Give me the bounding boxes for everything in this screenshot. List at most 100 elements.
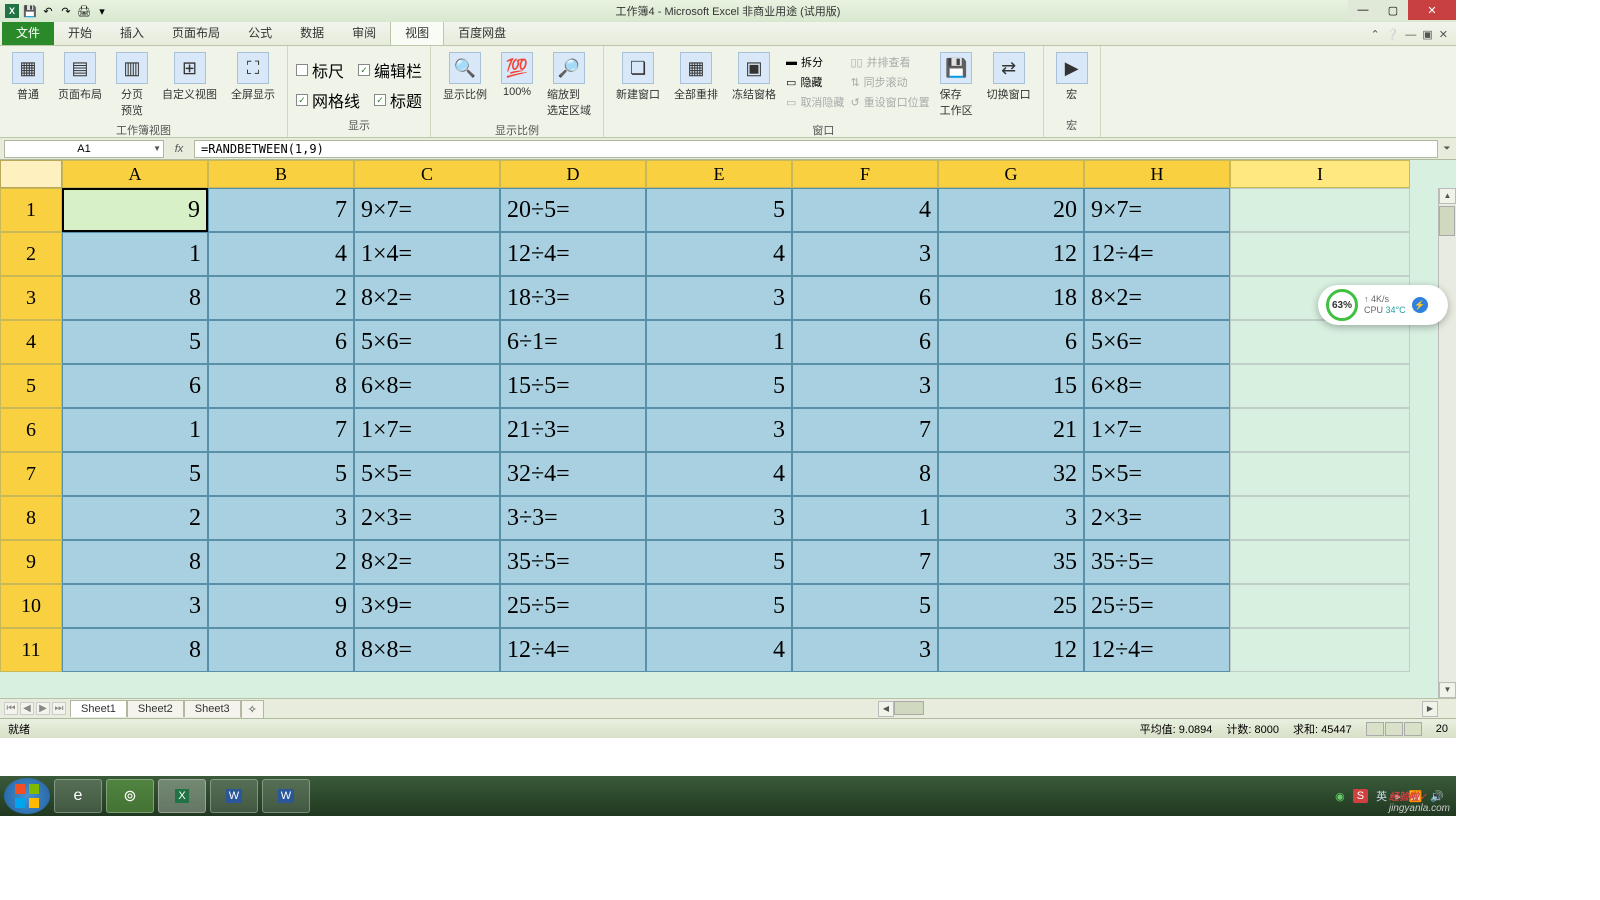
col-header-F[interactable]: F bbox=[792, 160, 938, 188]
row-header-7[interactable]: 7 bbox=[0, 452, 62, 496]
cell-G3[interactable]: 18 bbox=[938, 276, 1084, 320]
cell-H7[interactable]: 5×5= bbox=[1084, 452, 1230, 496]
cell-G7[interactable]: 32 bbox=[938, 452, 1084, 496]
custom-views-button[interactable]: ⊞自定义视图 bbox=[158, 50, 221, 104]
view-normal-icon[interactable] bbox=[1366, 722, 1384, 736]
zoom-selection-button[interactable]: 🔎缩放到 选定区域 bbox=[543, 50, 595, 120]
cell-G9[interactable]: 35 bbox=[938, 540, 1084, 584]
cell-E6[interactable]: 3 bbox=[646, 408, 792, 452]
cell-B2[interactable]: 4 bbox=[208, 232, 354, 276]
cell-A11[interactable]: 8 bbox=[62, 628, 208, 672]
split-button[interactable]: ▬ 拆分 bbox=[786, 54, 844, 70]
cell-C9[interactable]: 8×2= bbox=[354, 540, 500, 584]
cell-G11[interactable]: 12 bbox=[938, 628, 1084, 672]
cell-D6[interactable]: 21÷3= bbox=[500, 408, 646, 452]
cell-B9[interactable]: 2 bbox=[208, 540, 354, 584]
cell-C10[interactable]: 3×9= bbox=[354, 584, 500, 628]
namebox-dropdown-icon[interactable]: ▼ bbox=[153, 144, 161, 153]
ribbon-minimize-icon[interactable]: ⌃ bbox=[1370, 28, 1379, 41]
scroll-right-icon[interactable]: ▶ bbox=[1422, 701, 1438, 717]
scroll-down-icon[interactable]: ▼ bbox=[1439, 682, 1456, 698]
taskbar-excel-icon[interactable]: X bbox=[158, 779, 206, 813]
cell-F1[interactable]: 4 bbox=[792, 188, 938, 232]
cell-C11[interactable]: 8×8= bbox=[354, 628, 500, 672]
headings-checkbox[interactable] bbox=[374, 94, 386, 106]
cell-I6[interactable] bbox=[1230, 408, 1410, 452]
cell-G2[interactable]: 12 bbox=[938, 232, 1084, 276]
close-button[interactable]: ✕ bbox=[1408, 0, 1456, 20]
cell-H4[interactable]: 5×6= bbox=[1084, 320, 1230, 364]
freeze-panes-button[interactable]: ▣冻结窗格 bbox=[728, 50, 780, 104]
cell-A3[interactable]: 8 bbox=[62, 276, 208, 320]
tab-data[interactable]: 数据 bbox=[286, 20, 338, 45]
cell-G6[interactable]: 21 bbox=[938, 408, 1084, 452]
cell-C3[interactable]: 8×2= bbox=[354, 276, 500, 320]
cell-F11[interactable]: 3 bbox=[792, 628, 938, 672]
cell-E8[interactable]: 3 bbox=[646, 496, 792, 540]
name-box[interactable]: A1▼ bbox=[4, 140, 164, 158]
zoom-level[interactable]: 20 bbox=[1436, 723, 1448, 735]
taskbar-word-icon[interactable]: W bbox=[210, 779, 258, 813]
new-window-button[interactable]: ❏新建窗口 bbox=[612, 50, 664, 104]
cell-C5[interactable]: 6×8= bbox=[354, 364, 500, 408]
fullscreen-button[interactable]: ⛶全屏显示 bbox=[227, 50, 279, 104]
cell-A10[interactable]: 3 bbox=[62, 584, 208, 628]
cell-B11[interactable]: 8 bbox=[208, 628, 354, 672]
cell-C2[interactable]: 1×4= bbox=[354, 232, 500, 276]
taskbar-wifi-icon[interactable]: ⊚ bbox=[106, 779, 154, 813]
doc-minimize-icon[interactable]: — bbox=[1405, 29, 1416, 41]
fx-button[interactable]: fx bbox=[164, 143, 194, 155]
col-header-I[interactable]: I bbox=[1230, 160, 1410, 188]
minimize-button[interactable]: — bbox=[1348, 0, 1378, 20]
sheet-tab-1[interactable]: Sheet1 bbox=[70, 700, 127, 717]
cell-H3[interactable]: 8×2= bbox=[1084, 276, 1230, 320]
cell-B5[interactable]: 8 bbox=[208, 364, 354, 408]
cell-I11[interactable] bbox=[1230, 628, 1410, 672]
cell-F2[interactable]: 3 bbox=[792, 232, 938, 276]
view-page-icon[interactable] bbox=[1385, 722, 1403, 736]
cell-H11[interactable]: 12÷4= bbox=[1084, 628, 1230, 672]
cell-I7[interactable] bbox=[1230, 452, 1410, 496]
cell-E4[interactable]: 1 bbox=[646, 320, 792, 364]
col-header-C[interactable]: C bbox=[354, 160, 500, 188]
page-layout-button[interactable]: ▤页面布局 bbox=[54, 50, 106, 104]
cell-D1[interactable]: 20÷5= bbox=[500, 188, 646, 232]
file-tab[interactable]: 文件 bbox=[2, 20, 54, 45]
cell-I2[interactable] bbox=[1230, 232, 1410, 276]
tab-review[interactable]: 审阅 bbox=[338, 20, 390, 45]
tray-safe-icon[interactable]: ◉ bbox=[1335, 790, 1345, 803]
cell-E1[interactable]: 5 bbox=[646, 188, 792, 232]
cell-D2[interactable]: 12÷4= bbox=[500, 232, 646, 276]
col-header-B[interactable]: B bbox=[208, 160, 354, 188]
tab-insert[interactable]: 插入 bbox=[106, 20, 158, 45]
macros-button[interactable]: ▶宏 bbox=[1052, 50, 1092, 104]
sogou-ime-icon[interactable]: S bbox=[1353, 789, 1368, 803]
row-header-3[interactable]: 3 bbox=[0, 276, 62, 320]
cell-F4[interactable]: 6 bbox=[792, 320, 938, 364]
row-header-1[interactable]: 1 bbox=[0, 188, 62, 232]
hide-button[interactable]: ▭ 隐藏 bbox=[786, 74, 844, 90]
row-header-2[interactable]: 2 bbox=[0, 232, 62, 276]
cell-B1[interactable]: 7 bbox=[208, 188, 354, 232]
cell-I5[interactable] bbox=[1230, 364, 1410, 408]
cell-G10[interactable]: 25 bbox=[938, 584, 1084, 628]
cell-B10[interactable]: 9 bbox=[208, 584, 354, 628]
taskbar-word2-icon[interactable]: W bbox=[262, 779, 310, 813]
qat-dropdown-icon[interactable]: ▾ bbox=[94, 3, 110, 19]
cell-I4[interactable] bbox=[1230, 320, 1410, 364]
cell-F9[interactable]: 7 bbox=[792, 540, 938, 584]
sheet-nav-prev[interactable]: ◀ bbox=[20, 702, 34, 715]
page-break-button[interactable]: ▥分页 预览 bbox=[112, 50, 152, 120]
cell-B6[interactable]: 7 bbox=[208, 408, 354, 452]
switch-windows-button[interactable]: ⇄切换窗口 bbox=[983, 50, 1035, 104]
zoom100-button[interactable]: 💯100% bbox=[497, 50, 537, 100]
row-header-8[interactable]: 8 bbox=[0, 496, 62, 540]
cell-I9[interactable] bbox=[1230, 540, 1410, 584]
cell-H10[interactable]: 25÷5= bbox=[1084, 584, 1230, 628]
col-header-E[interactable]: E bbox=[646, 160, 792, 188]
cell-H2[interactable]: 12÷4= bbox=[1084, 232, 1230, 276]
help-icon[interactable]: ❔ bbox=[1386, 28, 1400, 41]
cell-D4[interactable]: 6÷1= bbox=[500, 320, 646, 364]
sheet-tab-2[interactable]: Sheet2 bbox=[127, 700, 184, 717]
cell-B8[interactable]: 3 bbox=[208, 496, 354, 540]
